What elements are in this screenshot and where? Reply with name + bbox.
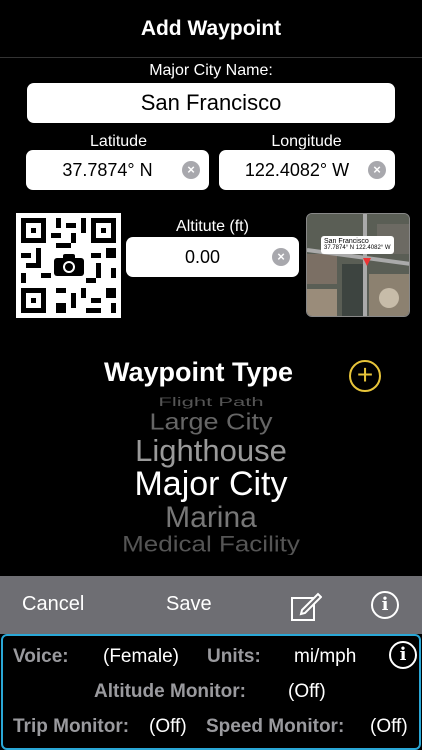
speed-monitor-label: Speed Monitor: (206, 716, 345, 737)
satellite-map-image (307, 214, 409, 316)
waypoint-type-picker[interactable]: Flight Path Large City Lighthouse Major … (0, 395, 422, 555)
longitude-label: Longitude (271, 133, 342, 150)
picker-item[interactable]: Marina (0, 501, 422, 535)
city-name-field[interactable]: San Francisco (27, 83, 395, 123)
cancel-button[interactable]: Cancel (22, 593, 84, 616)
city-name-label: Major City Name: (149, 62, 273, 79)
page-title: Add Waypoint (140, 16, 282, 40)
speed-monitor-value[interactable]: (Off) (370, 716, 408, 738)
waypoint-type-heading: Waypoint Type (104, 357, 293, 387)
clear-icon[interactable]: × (272, 248, 290, 266)
voice-label: Voice: (13, 646, 69, 667)
trip-monitor-label: Trip Monitor: (13, 716, 130, 737)
altitude-monitor-value[interactable]: (Off) (288, 681, 326, 703)
nav-bar: Add Waypoint (0, 0, 422, 58)
trip-monitor-value[interactable]: (Off) (149, 716, 187, 738)
altitude-field[interactable]: 0.00 × (126, 237, 299, 277)
latitude-field[interactable]: 37.7874° N × (26, 150, 209, 190)
picker-item[interactable]: Flight Path (0, 395, 422, 409)
units-value[interactable]: mi/mph (294, 646, 356, 668)
map-callout-title: San Francisco (324, 238, 369, 245)
info-icon[interactable]: i (371, 591, 399, 619)
map-callout-coords: 37.7874° N 122.4082° W (324, 245, 391, 251)
altitude-monitor-label: Altitude Monitor: (94, 681, 246, 702)
picker-item[interactable]: Lighthouse (0, 433, 422, 469)
settings-panel[interactable]: Voice: (Female) Units: mi/mph i Altitude… (1, 634, 421, 750)
map-thumbnail[interactable]: San Francisco 37.7874° N 122.4082° W (306, 213, 410, 317)
bottom-toolbar: Cancel Save i (0, 576, 422, 634)
clear-icon[interactable]: × (368, 161, 386, 179)
voice-value[interactable]: (Female) (103, 646, 179, 668)
altitude-label: Altitute (ft) (176, 218, 249, 235)
latitude-label: Latitude (90, 133, 147, 150)
picker-item[interactable]: Large City (0, 409, 422, 435)
picker-item-selected[interactable]: Major City (0, 465, 422, 504)
units-label: Units: (207, 646, 261, 667)
longitude-field[interactable]: 122.4082° W × (219, 150, 395, 190)
edit-icon[interactable] (290, 590, 322, 622)
picker-item[interactable]: Medical Facility (0, 531, 422, 555)
save-button[interactable]: Save (166, 593, 212, 616)
clear-icon[interactable]: × (182, 161, 200, 179)
camera-icon (54, 253, 84, 277)
qr-scan-button[interactable] (16, 213, 121, 318)
info-icon[interactable]: i (389, 641, 417, 669)
map-callout: San Francisco 37.7874° N 122.4082° W (321, 236, 394, 254)
add-circle-icon[interactable]: + (349, 360, 381, 392)
